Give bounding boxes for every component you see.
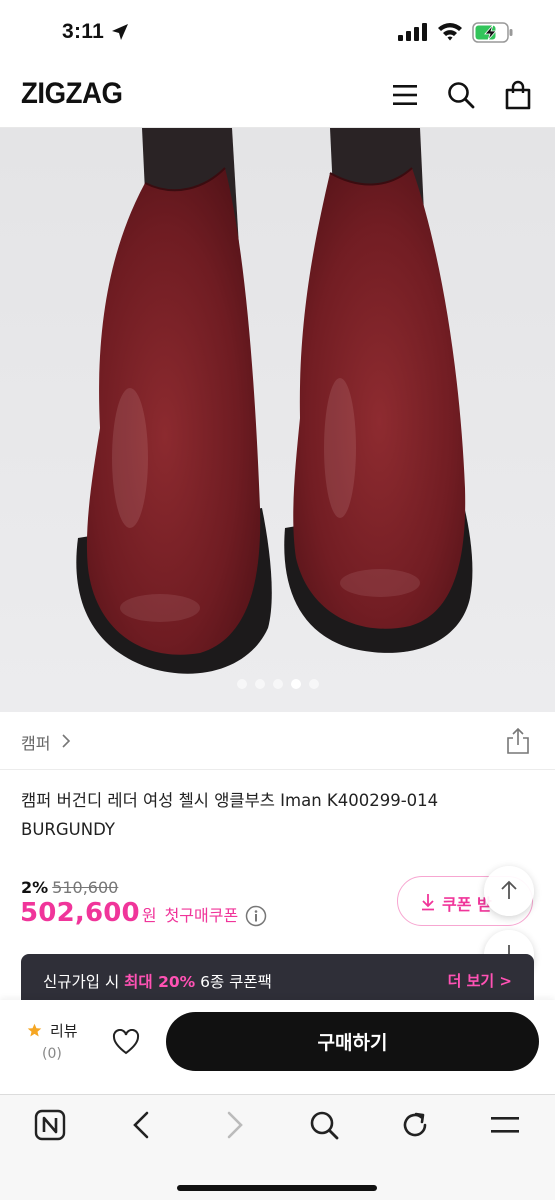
info-icon[interactable] [245, 905, 267, 927]
app-header: ZIGZAG [0, 66, 555, 128]
sale-price: 502,600 [20, 898, 140, 928]
wifi-icon [438, 23, 462, 41]
carousel-dot[interactable] [254, 679, 265, 689]
star-icon [27, 1023, 42, 1037]
status-bar: 3:11 [0, 0, 555, 66]
zigzag-logo[interactable]: ZIGZAG [21, 77, 123, 111]
promo-text-before: 신규가입 시 [43, 973, 125, 991]
review-label[interactable]: 리뷰 [50, 1020, 78, 1041]
home-indicator [177, 1185, 377, 1191]
heart-icon[interactable] [112, 1029, 140, 1055]
currency-unit: 원 [141, 906, 157, 925]
carousel-dot[interactable] [272, 679, 283, 689]
product-title: 캠퍼 버건디 레더 여성 첼시 앵클부츠 Iman K400299-014 BU… [21, 791, 439, 839]
share-icon[interactable] [505, 727, 531, 755]
promo-text-after: 6종 쿠폰팩 [195, 973, 272, 991]
review-count: (0) [42, 1046, 62, 1062]
promo-text: 신규가입 시 최대 20% 6종 쿠폰팩 [43, 970, 272, 992]
search-icon[interactable] [308, 1109, 340, 1141]
product-image-carousel[interactable] [0, 128, 555, 712]
brand-row: 캠퍼 [0, 712, 555, 770]
scroll-to-top-button[interactable] [484, 866, 534, 916]
arrow-up-icon [501, 880, 517, 899]
battery-charging-icon [472, 22, 513, 43]
download-icon [422, 894, 434, 911]
naver-n-icon[interactable] [34, 1109, 66, 1141]
carousel-dot[interactable] [308, 679, 319, 689]
menu-icon[interactable] [390, 80, 420, 110]
menu-icon[interactable] [489, 1109, 521, 1141]
purchase-action-bar: 리뷰 (0) 구매하기 [0, 1000, 555, 1094]
carousel-dot-active[interactable] [290, 679, 301, 689]
product-photo [0, 128, 555, 712]
carousel-dot[interactable] [236, 679, 247, 689]
price-line: 502,600 원 첫구매쿠폰 [20, 898, 238, 938]
search-icon[interactable] [446, 80, 476, 110]
browser-toolbar [0, 1094, 555, 1200]
forward-icon[interactable] [218, 1109, 250, 1141]
back-icon[interactable] [126, 1109, 158, 1141]
original-price: 510,600 [52, 878, 119, 897]
status-time: 3:11 [62, 20, 105, 43]
discount-rate: 2% [21, 878, 49, 897]
brand-link[interactable]: 캠퍼 [21, 730, 50, 754]
shopping-bag-icon[interactable] [503, 80, 533, 110]
location-arrow-icon [112, 24, 128, 40]
signup-promo-banner[interactable]: 신규가입 시 최대 20% 6종 쿠폰팩 더 보기 > [21, 954, 534, 1004]
cellular-signal-icon [398, 23, 427, 41]
buy-button[interactable]: 구매하기 [166, 1012, 539, 1071]
discount-line: 2% 510,600 [21, 878, 118, 897]
first-purchase-coupon-label: 첫구매쿠폰 [164, 906, 239, 925]
refresh-icon[interactable] [399, 1109, 431, 1141]
carousel-indicator [0, 679, 555, 691]
promo-highlight: 최대 20% [124, 973, 196, 991]
chevron-right-icon [62, 734, 71, 748]
promo-more-link[interactable]: 더 보기 > [448, 970, 512, 991]
